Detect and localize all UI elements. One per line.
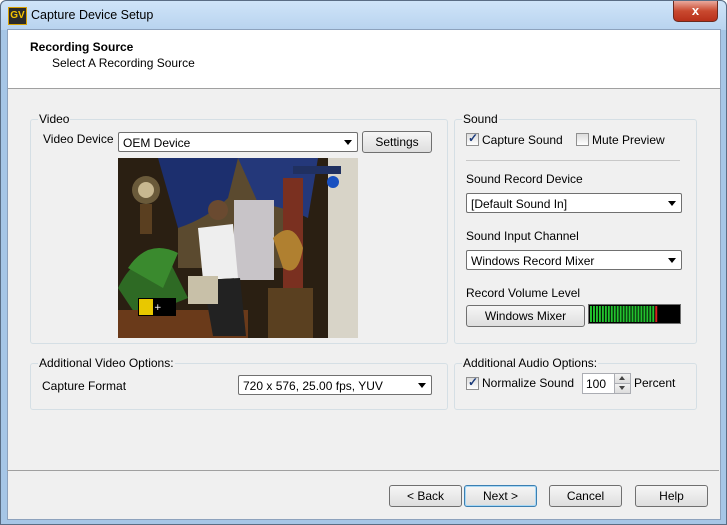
chevron-down-icon (668, 258, 676, 263)
close-button[interactable]: x (673, 1, 718, 22)
volume-meter-bar (646, 306, 649, 322)
sound-group-label: Sound (462, 112, 499, 126)
capture-sound-label[interactable]: Capture Sound (482, 133, 563, 147)
sound-divider (466, 160, 680, 161)
next-button[interactable]: Next > (464, 485, 537, 507)
video-preview: + (118, 158, 358, 338)
cancel-button[interactable]: Cancel (549, 485, 622, 507)
video-device-label: Video Device (43, 132, 114, 146)
title-bar[interactable]: GV Capture Device Setup x (1, 1, 726, 30)
capture-format-label: Capture Format (42, 379, 127, 393)
wizard-header: Recording Source Select A Recording Sour… (8, 30, 720, 89)
additional-audio-group-label: Additional Audio Options: (462, 356, 599, 370)
video-device-dropdown[interactable]: OEM Device (118, 132, 358, 152)
chevron-down-icon (668, 201, 676, 206)
volume-meter-bar (655, 306, 658, 322)
volume-meter-bar (598, 306, 601, 322)
mute-preview-label[interactable]: Mute Preview (592, 133, 665, 147)
close-icon: x (691, 3, 700, 18)
footer-divider (7, 470, 719, 471)
spin-down-icon[interactable] (614, 384, 630, 393)
volume-meter-bar (649, 306, 652, 322)
capture-format-value: 720 x 576, 25.00 fps, YUV (243, 379, 383, 393)
volume-meter-bar (652, 306, 655, 322)
volume-meter-bar (628, 306, 631, 322)
capture-format-dropdown[interactable]: 720 x 576, 25.00 fps, YUV (238, 375, 432, 395)
page-subtitle: Select A Recording Source (52, 56, 195, 70)
sound-input-channel-value: Windows Record Mixer (471, 254, 595, 268)
volume-meter-bar (625, 306, 628, 322)
volume-meter-bars (590, 306, 658, 322)
normalize-sound-label[interactable]: Normalize Sound (482, 376, 574, 390)
volume-meter-bar (604, 306, 607, 322)
volume-meter-bar (607, 306, 610, 322)
windows-mixer-button[interactable]: Windows Mixer (466, 305, 585, 327)
video-settings-button[interactable]: Settings (362, 131, 432, 153)
record-volume-label: Record Volume Level (466, 286, 581, 300)
percent-value[interactable]: 100 (586, 377, 606, 391)
sound-record-device-label: Sound Record Device (466, 172, 583, 186)
spin-up-icon[interactable] (614, 374, 630, 384)
app-icon: GV (8, 7, 27, 25)
chevron-down-icon (344, 140, 352, 145)
volume-meter-bar (613, 306, 616, 322)
help-button[interactable]: Help (635, 485, 708, 507)
volume-meter-bar (616, 306, 619, 322)
additional-video-group-label: Additional Video Options: (38, 356, 175, 370)
volume-meter-bar (643, 306, 646, 322)
volume-meter-bar (640, 306, 643, 322)
volume-meter-bar (631, 306, 634, 322)
volume-meter-bar (637, 306, 640, 322)
sound-record-device-dropdown[interactable]: [Default Sound In] (466, 193, 682, 213)
volume-meter-bar (595, 306, 598, 322)
video-device-value: OEM Device (123, 136, 191, 150)
checkmark-icon: ✓ (468, 375, 479, 389)
checkmark-icon: ✓ (468, 131, 479, 145)
volume-meter-bar (610, 306, 613, 322)
percent-label: Percent (634, 376, 676, 390)
page-title: Recording Source (30, 40, 134, 54)
volume-meter-bar (592, 306, 595, 322)
video-preview-frame: + (118, 158, 358, 338)
sound-input-channel-label: Sound Input Channel (466, 229, 579, 243)
percent-spinner[interactable]: 100 (582, 373, 631, 394)
volume-meter-bar (619, 306, 622, 322)
svg-text:+: + (154, 303, 162, 313)
sound-record-device-value: [Default Sound In] (471, 197, 568, 211)
capture-sound-checkbox[interactable]: ✓ (466, 131, 479, 146)
mute-preview-checkbox[interactable] (576, 133, 589, 146)
back-button[interactable]: < Back (389, 485, 462, 507)
volume-level-meter (588, 304, 681, 324)
volume-meter-bar (622, 306, 625, 322)
chevron-down-icon (418, 383, 426, 388)
volume-meter-bar (590, 306, 592, 322)
sound-input-channel-dropdown[interactable]: Windows Record Mixer (466, 250, 682, 270)
video-group-label: Video (38, 112, 71, 126)
volume-meter-bar (601, 306, 604, 322)
normalize-sound-checkbox[interactable]: ✓ (466, 375, 479, 390)
volume-meter-bar (634, 306, 637, 322)
window-title: Capture Device Setup (31, 8, 154, 22)
